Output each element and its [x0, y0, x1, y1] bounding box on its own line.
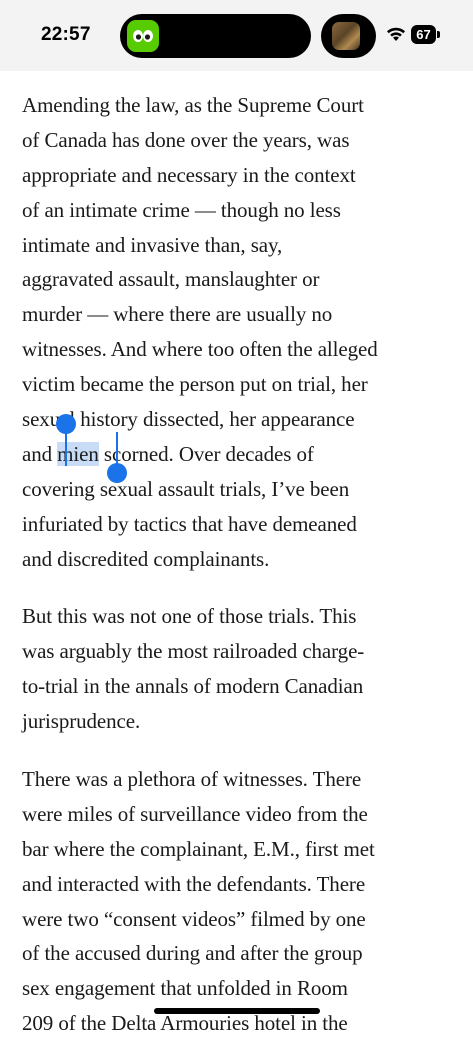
article-line: aggravated assault, manslaughter or	[22, 267, 320, 292]
battery-icon: 67	[411, 25, 440, 44]
duolingo-owl-icon[interactable]	[127, 20, 159, 52]
article-line: were miles of surveillance video from th…	[22, 801, 368, 826]
article-line: was arguably the most railroaded charge-	[22, 639, 365, 664]
article-line: victim became the person put on trial, h…	[22, 372, 368, 397]
battery-cap	[437, 31, 440, 38]
article-line: But this was not one of those trials. Th…	[22, 604, 357, 629]
text-before-selection: and	[22, 441, 58, 466]
status-bar: 22:57 67	[0, 0, 473, 71]
article-line: bar where the complainant, E.M., first m…	[22, 836, 375, 861]
article-line: and discredited complainants.	[22, 546, 270, 571]
text-after-selection: scorned. Over decades of	[98, 441, 314, 466]
article-line: sexual history dissected, her appearance	[22, 407, 355, 432]
article-line: and interacted with the defendants. Ther…	[22, 871, 366, 896]
article-paragraph: Amending the law, as the Supreme Court o…	[22, 88, 462, 576]
status-time: 22:57	[41, 24, 91, 45]
article-line: were two “consent videos” filmed by one	[22, 906, 366, 931]
selected-text[interactable]: mien	[57, 441, 99, 466]
article-line: to-trial in the annals of modern Canadia…	[22, 674, 364, 699]
article-line: murder — where there are usually no	[22, 302, 333, 327]
article-line: Amending the law, as the Supreme Court	[22, 93, 364, 117]
article-paragraph: But this was not one of those trials. Th…	[22, 599, 462, 739]
selection-end-handle[interactable]	[107, 463, 127, 483]
article-line: intimate and invasive than, say,	[22, 232, 283, 257]
wifi-icon	[386, 26, 406, 42]
article-body: Amending the law, as the Supreme Court o…	[22, 88, 462, 1041]
battery-level: 67	[416, 27, 431, 42]
article-line: infuriated by tactics that have demeaned	[22, 511, 357, 536]
article-line: of the accused during and after the grou…	[22, 941, 363, 966]
media-artwork-thumbnail[interactable]	[332, 22, 360, 50]
dynamic-island-left[interactable]	[120, 14, 311, 58]
article-line: of Canada has done over the years, was	[22, 127, 350, 152]
article-line: sex engagement that unfolded in Room	[22, 976, 348, 1001]
article-line: jurisprudence.	[22, 709, 141, 734]
article-line-with-selection[interactable]: and mien scorned. Over decades of	[22, 437, 462, 472]
article-line: of an intimate crime — though no less	[22, 197, 341, 222]
home-indicator[interactable]	[154, 1008, 320, 1014]
dynamic-island-right[interactable]	[321, 14, 376, 58]
article-line: covering sexual assault trials, I’ve bee…	[22, 476, 350, 501]
article-line: appropriate and necessary in the context	[22, 162, 356, 187]
selection-start-handle[interactable]	[56, 414, 76, 434]
article-line: witnesses. And where too often the alleg…	[22, 337, 378, 362]
article-paragraph: There was a plethora of witnesses. There…	[22, 762, 462, 1041]
article-line: There was a plethora of witnesses. There	[22, 767, 362, 792]
